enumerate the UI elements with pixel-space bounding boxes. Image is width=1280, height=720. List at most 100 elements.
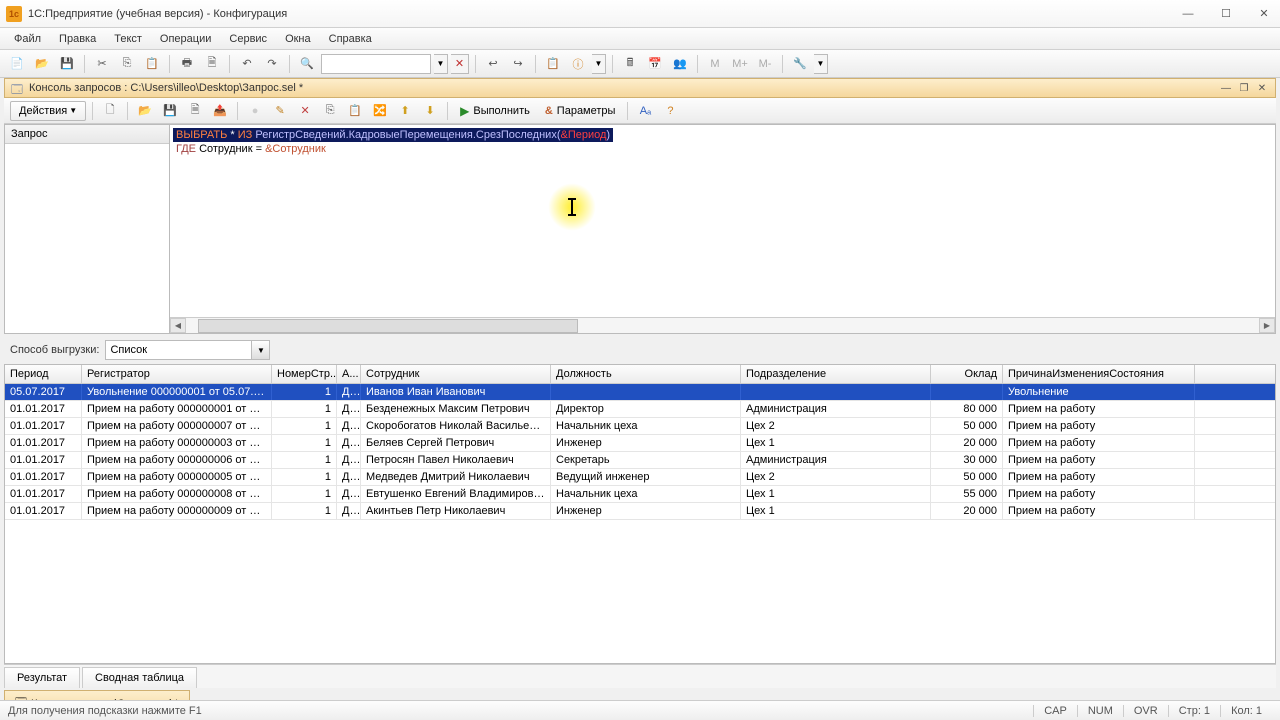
column-header[interactable]: ПричинаИзмененияСостояния: [1003, 365, 1195, 383]
menu-item[interactable]: Правка: [51, 30, 104, 48]
table-cell: Прием на работу 000000003 от 01.0...: [82, 435, 272, 451]
table-row[interactable]: 05.07.2017Увольнение 000000001 от 05.07.…: [5, 384, 1275, 401]
search-input[interactable]: [321, 54, 431, 74]
horizontal-scrollbar[interactable]: ◀ ▶: [170, 317, 1275, 333]
menu-item[interactable]: Сервис: [221, 30, 275, 48]
m-plus-icon[interactable]: M+: [729, 53, 751, 75]
clear-search-icon[interactable]: ✕: [451, 54, 469, 74]
table-cell: Инженер: [551, 435, 741, 451]
result-tab[interactable]: Сводная таблица: [82, 667, 197, 688]
print-icon[interactable]: 🖶: [176, 53, 198, 75]
table-cell: Начальник цеха: [551, 418, 741, 434]
calendar-icon[interactable]: 📅: [644, 53, 666, 75]
copy-icon[interactable]: ⎘: [116, 53, 138, 75]
delete-icon[interactable]: ✕: [294, 100, 316, 122]
settings-dropdown-icon[interactable]: ▼: [814, 54, 828, 74]
table-cell: 01.01.2017: [5, 401, 82, 417]
redo-icon[interactable]: ↷: [261, 53, 283, 75]
column-header[interactable]: А...: [337, 365, 361, 383]
chevron-down-icon[interactable]: ▼: [251, 341, 269, 359]
new-query-icon[interactable]: 🗋: [99, 100, 121, 122]
output-mode-combo[interactable]: Список ▼: [105, 340, 270, 360]
table-cell: 01.01.2017: [5, 452, 82, 468]
table-cell: Медведев Дмитрий Николаевич: [361, 469, 551, 485]
m-minus-icon[interactable]: M-: [754, 53, 776, 75]
users-icon[interactable]: 👥: [669, 53, 691, 75]
open-query-icon[interactable]: 📂: [134, 100, 156, 122]
execute-button[interactable]: ▶Выполнить: [454, 102, 536, 120]
table-cell: Начальник цеха: [551, 486, 741, 502]
save-query-icon[interactable]: 💾: [159, 100, 181, 122]
column-header[interactable]: Оклад: [931, 365, 1003, 383]
code-line: ГДЕ Сотрудник = &Сотрудник: [173, 142, 1272, 156]
grid-header: ПериодРегистраторНомерСтр...А...Сотрудни…: [5, 365, 1275, 384]
down-icon[interactable]: ⬇: [419, 100, 441, 122]
table-row[interactable]: 01.01.2017Прием на работу 000000001 от 0…: [5, 401, 1275, 418]
menu-item[interactable]: Файл: [6, 30, 49, 48]
maximize-button[interactable]: ☐: [1216, 4, 1236, 24]
edit-icon[interactable]: ✎: [269, 100, 291, 122]
column-header[interactable]: Регистратор: [82, 365, 272, 383]
parameters-button[interactable]: &Параметры: [539, 103, 622, 119]
table-row[interactable]: 01.01.2017Прием на работу 000000003 от 0…: [5, 435, 1275, 452]
doc-close-button[interactable]: ✕: [1255, 81, 1269, 95]
copy-query-icon[interactable]: ⎘: [319, 100, 341, 122]
table-row[interactable]: 01.01.2017Прием на работу 000000007 от 0…: [5, 418, 1275, 435]
table-cell: 01.01.2017: [5, 469, 82, 485]
toolbar-icon[interactable]: 📋: [542, 53, 564, 75]
m-icon[interactable]: M: [704, 53, 726, 75]
export-icon[interactable]: 📤: [209, 100, 231, 122]
result-tab[interactable]: Результат: [4, 667, 80, 688]
column-header[interactable]: Подразделение: [741, 365, 931, 383]
up-icon[interactable]: ⬆: [394, 100, 416, 122]
table-cell: Секретарь: [551, 452, 741, 468]
font-icon[interactable]: Aₐ: [634, 100, 656, 122]
toolbar-icon[interactable]: ↩: [482, 53, 504, 75]
calc-icon[interactable]: 🖩: [619, 53, 641, 75]
tree-icon[interactable]: 🔀: [369, 100, 391, 122]
table-cell: Прием на работу: [1003, 486, 1195, 502]
column-header[interactable]: НомерСтр...: [272, 365, 337, 383]
close-button[interactable]: ✕: [1254, 4, 1274, 24]
find-icon[interactable]: 🔍: [296, 53, 318, 75]
settings-icon[interactable]: 🔧: [789, 53, 811, 75]
menu-item[interactable]: Операции: [152, 30, 219, 48]
paste-query-icon[interactable]: 📋: [344, 100, 366, 122]
doc-restore-button[interactable]: ❐: [1237, 81, 1251, 95]
undo-icon[interactable]: ↶: [236, 53, 258, 75]
menu-item[interactable]: Текст: [106, 30, 150, 48]
table-cell: Прием на работу: [1003, 503, 1195, 519]
table-cell: 30 000: [931, 452, 1003, 468]
help-dropdown-icon[interactable]: ▼: [592, 54, 606, 74]
column-header[interactable]: Сотрудник: [361, 365, 551, 383]
save-as-icon[interactable]: 🗎: [184, 100, 206, 122]
minimize-button[interactable]: —: [1178, 4, 1198, 24]
column-header[interactable]: Период: [5, 365, 82, 383]
help-button-icon[interactable]: ?: [659, 100, 681, 122]
paste-icon[interactable]: 📋: [141, 53, 163, 75]
doc-minimize-button[interactable]: —: [1219, 81, 1233, 95]
search-dropdown-icon[interactable]: ▼: [434, 54, 448, 74]
column-header[interactable]: Должность: [551, 365, 741, 383]
table-cell: Администрация: [741, 401, 931, 417]
record-icon[interactable]: ●: [244, 100, 266, 122]
cut-icon[interactable]: ✂: [91, 53, 113, 75]
preview-icon[interactable]: 🗎: [201, 53, 223, 75]
table-row[interactable]: 01.01.2017Прием на работу 000000009 от 0…: [5, 503, 1275, 520]
table-row[interactable]: 01.01.2017Прием на работу 000000005 от 0…: [5, 469, 1275, 486]
query-editor[interactable]: ВЫБРАТЬ * ИЗ РегистрСведений.КадровыеПер…: [170, 124, 1276, 334]
toolbar-icon[interactable]: ↪: [507, 53, 529, 75]
table-cell: Администрация: [741, 452, 931, 468]
save-icon[interactable]: 💾: [56, 53, 78, 75]
actions-button[interactable]: Действия▼: [10, 101, 86, 121]
table-cell: 20 000: [931, 503, 1003, 519]
table-row[interactable]: 01.01.2017Прием на работу 000000008 от 0…: [5, 486, 1275, 503]
menu-item[interactable]: Окна: [277, 30, 319, 48]
table-row[interactable]: 01.01.2017Прием на работу 000000006 от 0…: [5, 452, 1275, 469]
new-icon[interactable]: 📄: [6, 53, 28, 75]
open-icon[interactable]: 📂: [31, 53, 53, 75]
menu-item[interactable]: Справка: [321, 30, 380, 48]
table-cell: Увольнение 000000001 от 05.07.201...: [82, 384, 272, 400]
table-cell: Прием на работу: [1003, 435, 1195, 451]
help-icon[interactable]: ⓘ: [567, 53, 589, 75]
